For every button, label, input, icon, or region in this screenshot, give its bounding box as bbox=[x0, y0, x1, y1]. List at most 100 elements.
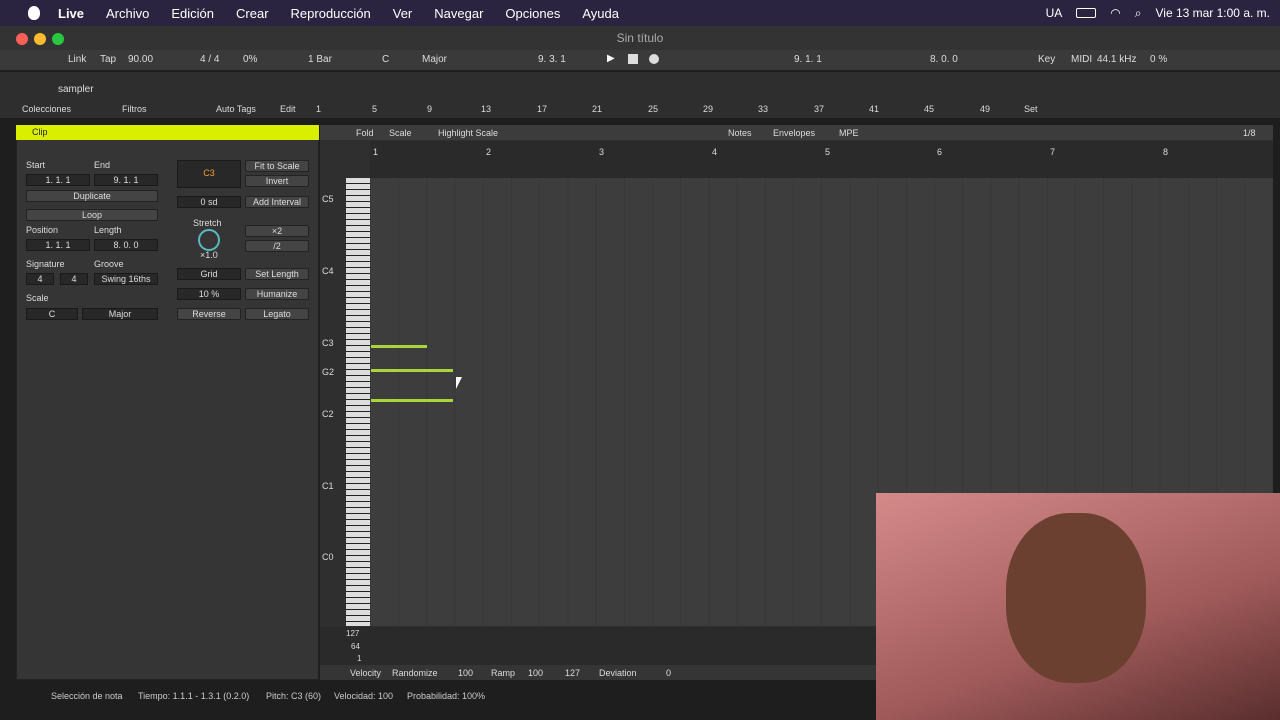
menu-app[interactable]: Live bbox=[58, 6, 84, 21]
cpu-load: 0 % bbox=[1150, 54, 1168, 65]
ruler-label: 21 bbox=[592, 104, 603, 114]
set-button[interactable]: Set bbox=[1024, 104, 1038, 114]
duplicate-button[interactable]: Duplicate bbox=[26, 190, 158, 202]
apple-icon[interactable] bbox=[28, 6, 40, 20]
tap-button[interactable]: Tap bbox=[100, 54, 116, 65]
menu-ver[interactable]: Ver bbox=[393, 6, 413, 21]
link-button[interactable]: Link bbox=[68, 54, 86, 65]
set-length-button[interactable]: Set Length bbox=[245, 268, 309, 280]
ramp-start[interactable]: 100 bbox=[528, 668, 543, 678]
key-map-button[interactable]: Key bbox=[1038, 54, 1055, 65]
datetime[interactable]: Vie 13 mar 1:00 a. m. bbox=[1155, 6, 1270, 20]
key-scale[interactable]: Major bbox=[422, 54, 447, 65]
menu-crear[interactable]: Crear bbox=[236, 6, 269, 21]
tab-mpe[interactable]: MPE bbox=[839, 128, 859, 138]
midi-note[interactable] bbox=[371, 399, 453, 402]
piano-keyboard[interactable] bbox=[346, 178, 370, 626]
bar-ruler[interactable]: 1 2 3 4 5 6 7 8 bbox=[370, 141, 1273, 178]
search-field[interactable]: sampler bbox=[58, 84, 94, 95]
ruler-label: 45 bbox=[924, 104, 935, 114]
scale-label: Scale bbox=[26, 293, 49, 303]
grid-size[interactable]: 1/8 bbox=[1243, 128, 1256, 138]
menu-navegar[interactable]: Navegar bbox=[434, 6, 483, 21]
browser-bar: sampler bbox=[0, 72, 1280, 100]
ramp-button[interactable]: Ramp bbox=[491, 668, 515, 678]
play-icon[interactable]: ▶ bbox=[607, 53, 615, 64]
reverse-button[interactable]: Reverse bbox=[177, 308, 241, 320]
mouse-cursor-icon bbox=[456, 377, 462, 389]
stop-icon[interactable] bbox=[628, 54, 638, 64]
fold-button[interactable]: Fold bbox=[356, 128, 374, 138]
ruler-label: 17 bbox=[537, 104, 548, 114]
bar-label: 7 bbox=[1050, 147, 1056, 157]
legato-button[interactable]: Legato bbox=[245, 308, 309, 320]
filtros-button[interactable]: Filtros bbox=[122, 104, 147, 114]
stretch-label: Stretch bbox=[193, 218, 222, 228]
groove-select[interactable]: Swing 16ths bbox=[94, 273, 158, 285]
humanize-button[interactable]: Humanize bbox=[245, 288, 309, 300]
song-position[interactable]: 9. 3. 1 bbox=[538, 54, 566, 65]
ramp-end[interactable]: 127 bbox=[565, 668, 580, 678]
bar-label: 4 bbox=[712, 147, 718, 157]
zoom-button[interactable] bbox=[52, 33, 64, 45]
menu-ayuda[interactable]: Ayuda bbox=[582, 6, 619, 21]
fit-to-scale-button[interactable]: Fit to Scale bbox=[245, 160, 309, 172]
quantize-menu[interactable]: 1 Bar bbox=[308, 54, 332, 65]
length-field[interactable]: 8. 0. 0 bbox=[94, 239, 158, 251]
search-icon[interactable]: ⌕ bbox=[1135, 6, 1142, 21]
ruler-label: 41 bbox=[869, 104, 880, 114]
menu-edicion[interactable]: Edición bbox=[171, 6, 214, 21]
deviation-value[interactable]: 0 bbox=[666, 668, 671, 678]
semitone-field[interactable]: 0 sd bbox=[177, 196, 241, 208]
key-label: C5 bbox=[322, 194, 334, 204]
menu-reproduccion[interactable]: Reproducción bbox=[291, 6, 371, 21]
stretch-knob[interactable] bbox=[198, 229, 220, 251]
minimize-button[interactable] bbox=[34, 33, 46, 45]
menu-opciones[interactable]: Opciones bbox=[505, 6, 560, 21]
scale-root[interactable]: C bbox=[26, 308, 78, 320]
scale-mode[interactable]: Major bbox=[82, 308, 158, 320]
scale-button[interactable]: Scale bbox=[389, 128, 412, 138]
randomize-amount[interactable]: 100 bbox=[458, 668, 473, 678]
midi-note[interactable] bbox=[371, 345, 427, 348]
humanize-amount[interactable]: 10 % bbox=[177, 288, 241, 300]
add-interval-button[interactable]: Add Interval bbox=[245, 196, 309, 208]
tempo-field[interactable]: 90.00 bbox=[128, 54, 153, 65]
bar-label: 1 bbox=[373, 147, 379, 157]
randomize-button[interactable]: Randomize bbox=[392, 668, 438, 678]
tab-notes[interactable]: Notes bbox=[728, 128, 752, 138]
signature-den[interactable]: 4 bbox=[60, 273, 88, 285]
end-field[interactable]: 9. 1. 1 bbox=[94, 174, 158, 186]
loop-length[interactable]: 8. 0. 0 bbox=[930, 54, 958, 65]
autotags-button[interactable]: Auto Tags bbox=[216, 104, 256, 114]
close-button[interactable] bbox=[16, 33, 28, 45]
edit-button[interactable]: Edit bbox=[280, 104, 296, 114]
record-icon[interactable] bbox=[649, 54, 659, 64]
invert-button[interactable]: Invert bbox=[245, 175, 309, 187]
transport-bar: Link Tap 90.00 4 / 4 0% 1 Bar C Major 9.… bbox=[0, 50, 1280, 70]
menu-archivo[interactable]: Archivo bbox=[106, 6, 149, 21]
midi-note[interactable] bbox=[371, 369, 453, 372]
lang-indicator[interactable]: UA bbox=[1046, 6, 1063, 20]
double-button[interactable]: ×2 bbox=[245, 225, 309, 237]
midi-map-button[interactable]: MIDI bbox=[1071, 54, 1092, 65]
position-field[interactable]: 1. 1. 1 bbox=[26, 239, 90, 251]
status-probability: Probabilidad: 100% bbox=[407, 691, 486, 701]
bar-label: 2 bbox=[486, 147, 492, 157]
time-signature[interactable]: 4 / 4 bbox=[200, 54, 219, 65]
webcam-overlay bbox=[876, 493, 1280, 720]
highlight-scale-toggle[interactable]: Highlight Scale bbox=[438, 128, 498, 138]
battery-icon[interactable] bbox=[1076, 8, 1097, 18]
loop-start[interactable]: 9. 1. 1 bbox=[794, 54, 822, 65]
key-labels: C5 C4 C3 G2 C2 C1 C0 bbox=[320, 141, 346, 626]
loop-button[interactable]: Loop bbox=[26, 209, 158, 221]
status-selection: Selección de nota bbox=[51, 691, 123, 701]
start-field[interactable]: 1. 1. 1 bbox=[26, 174, 90, 186]
status-time: Tiempo: 1.1.1 - 1.3.1 (0.2.0) bbox=[138, 691, 250, 701]
signature-num[interactable]: 4 bbox=[26, 273, 54, 285]
grid-select[interactable]: Grid bbox=[177, 268, 241, 280]
half-button[interactable]: /2 bbox=[245, 240, 309, 252]
wifi-icon[interactable]: ◠ bbox=[1110, 6, 1120, 20]
key-root[interactable]: C bbox=[382, 54, 389, 65]
tab-envelopes[interactable]: Envelopes bbox=[773, 128, 815, 138]
